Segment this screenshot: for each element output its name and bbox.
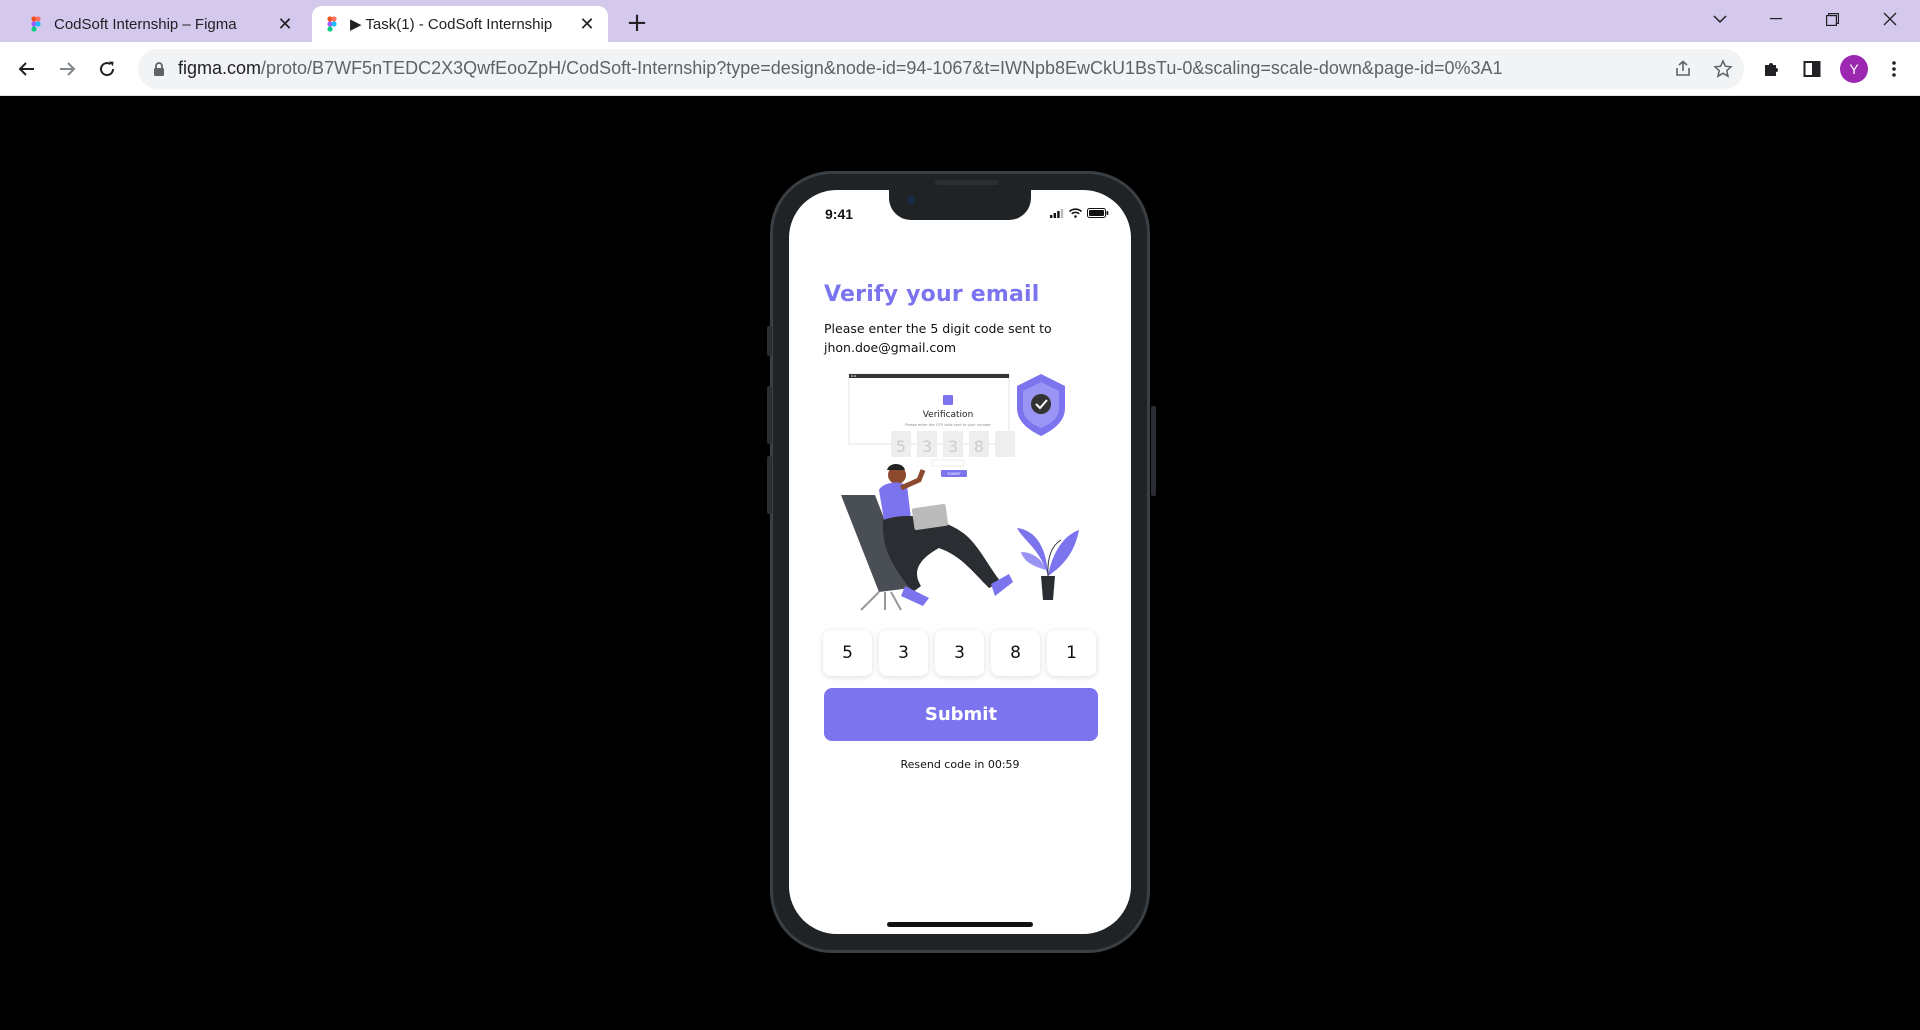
email-address: jhon.doe@gmail.com: [824, 340, 957, 355]
browser-toolbar: figma.com/proto/B7WF5nTEDC2X3QwfEooZpH/C…: [0, 42, 1920, 96]
phone-screen: 9:41 Verify your email Please enter the …: [789, 190, 1131, 934]
lock-icon[interactable]: [150, 60, 168, 78]
wifi-icon: [1069, 208, 1082, 218]
tab-title: ▶ Task(1) - CodSoft Internship: [350, 16, 553, 33]
close-window-button[interactable]: [1862, 0, 1918, 38]
close-icon[interactable]: ✕: [574, 11, 600, 37]
lock-card-icon: [943, 395, 953, 405]
otp-digit-5[interactable]: 1: [1047, 630, 1096, 676]
card-digit: 3: [922, 437, 932, 456]
otp-digit-4[interactable]: 8: [991, 630, 1040, 676]
extensions-puzzle-icon[interactable]: [1758, 55, 1786, 83]
new-tab-button[interactable]: +: [622, 8, 652, 38]
address-bar[interactable]: figma.com/proto/B7WF5nTEDC2X3QwfEooZpH/C…: [138, 49, 1744, 89]
volume-up-button: [767, 386, 772, 444]
back-button[interactable]: [12, 54, 42, 84]
tab-task-prototype[interactable]: ▶ Task(1) - CodSoft Internship ✕: [312, 6, 608, 42]
phone-frame: 9:41 Verify your email Please enter the …: [767, 171, 1156, 953]
card-submit-label: SUBMIT: [947, 472, 961, 476]
volume-down-button: [767, 456, 772, 514]
verification-card: Verification Please enter the OTP code s…: [848, 373, 1015, 477]
battery-icon: [1087, 208, 1109, 218]
plant-illustration: [1017, 528, 1079, 600]
resend-code-timer[interactable]: Resend code in 00:59: [789, 758, 1131, 771]
figma-icon: [28, 16, 44, 32]
minimize-button[interactable]: [1748, 0, 1804, 38]
side-panel-icon[interactable]: [1798, 55, 1826, 83]
home-indicator: [887, 922, 1033, 927]
page-title: Verify your email: [824, 282, 1040, 307]
tab-codsoft-figma[interactable]: CodSoft Internship – Figma ✕: [16, 6, 306, 42]
figma-icon: [324, 16, 340, 32]
card-subtitle: Please enter the OTP code sent to your n…: [905, 423, 991, 427]
signal-icon: [1050, 208, 1064, 218]
card-digit: 8: [974, 437, 984, 456]
otp-digit-1[interactable]: 5: [823, 630, 872, 676]
instructions-line: Please enter the 5 digit code sent to: [824, 321, 1052, 336]
share-icon[interactable]: [1672, 58, 1694, 80]
restore-button[interactable]: [1804, 0, 1860, 38]
status-icons: [1050, 208, 1109, 218]
close-icon[interactable]: ✕: [272, 11, 298, 37]
shield-check-icon: [1017, 374, 1065, 436]
reload-button[interactable]: [92, 54, 122, 84]
browser-tab-bar: CodSoft Internship – Figma ✕ ▶ Task(1) -…: [0, 0, 1920, 42]
otp-digit-3[interactable]: 3: [935, 630, 984, 676]
forward-button[interactable]: [52, 54, 82, 84]
otp-digit-2[interactable]: 3: [879, 630, 928, 676]
more-menu-icon[interactable]: [1880, 55, 1908, 83]
tab-title: CodSoft Internship – Figma: [54, 15, 237, 33]
url-text: figma.com/proto/B7WF5nTEDC2X3QwfEooZpH/C…: [178, 58, 1503, 78]
power-button: [1151, 406, 1156, 496]
card-title: Verification: [923, 410, 974, 420]
card-digit: 3: [948, 437, 958, 456]
notch: [889, 190, 1031, 220]
instructions-text: Please enter the 5 digit code sent to jh…: [824, 319, 1104, 357]
earpiece-speaker: [935, 180, 999, 185]
submit-button[interactable]: Submit: [824, 688, 1098, 741]
profile-avatar[interactable]: Y: [1840, 55, 1868, 83]
mute-switch: [767, 326, 772, 356]
card-otp-boxes: 5 3 3 8: [891, 431, 1015, 457]
status-time: 9:41: [825, 206, 854, 222]
otp-input-group: 5 3 3 8 1: [823, 630, 1096, 676]
bookmark-star-icon[interactable]: [1712, 58, 1734, 80]
card-digit: 5: [896, 437, 906, 456]
camera-icon: [907, 196, 915, 204]
verification-illustration: Verification Please enter the OTP code s…: [841, 373, 1079, 611]
tab-search-chevron-icon[interactable]: [1692, 0, 1748, 38]
